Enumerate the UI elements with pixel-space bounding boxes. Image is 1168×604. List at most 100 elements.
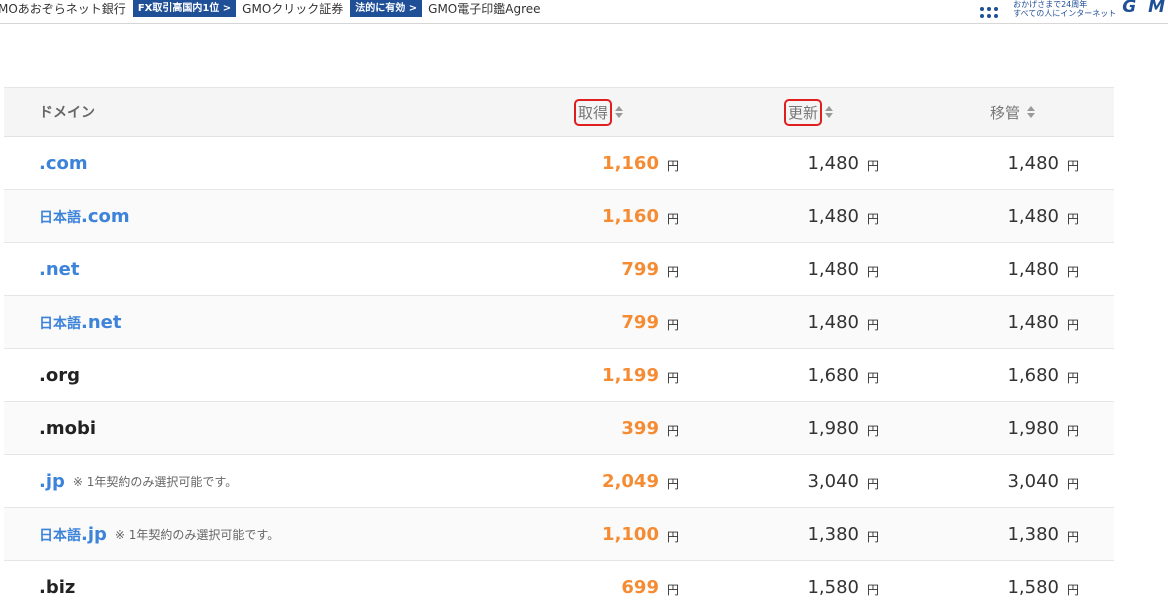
transfer-price-cell: 1,680 円 — [1007, 349, 1079, 401]
acquire-price-cell: 799 円 — [621, 296, 679, 348]
currency-unit: 円 — [1066, 370, 1079, 385]
sort-acquire-label[interactable]: 取得 — [574, 98, 613, 126]
domain-link[interactable]: 日本語.net — [39, 312, 121, 333]
transfer-price: 1,380 — [1007, 523, 1059, 545]
sort-renew-label[interactable]: 更新 — [784, 98, 823, 126]
currency-unit: 円 — [666, 158, 679, 173]
currency-unit: 円 — [666, 582, 679, 597]
transfer-price: 1,480 — [1007, 258, 1059, 280]
acquire-price-cell: 399 円 — [621, 402, 679, 454]
sort-icon[interactable] — [1027, 106, 1036, 118]
currency-unit: 円 — [1066, 529, 1079, 544]
acquire-price-cell: 799 円 — [621, 243, 679, 295]
transfer-price-cell: 1,480 円 — [1007, 137, 1079, 189]
currency-unit: 円 — [866, 582, 879, 597]
acquire-price-cell: 699 円 — [621, 561, 679, 604]
currency-unit: 円 — [666, 317, 679, 332]
acquire-price: 1,160 — [602, 152, 659, 174]
table-body: .com 1,160 円 1,480 円 1,480 円 日本語.com 1,160 円… — [4, 137, 1114, 604]
sort-icon[interactable] — [825, 106, 834, 118]
renew-price: 1,580 — [807, 576, 859, 598]
acquire-price: 799 — [621, 311, 659, 333]
domain-tld: .mobi — [39, 417, 97, 439]
currency-unit: 円 — [866, 476, 879, 491]
header-renew[interactable]: 更新 — [784, 88, 834, 136]
aozora-bank-link[interactable]: MOあおぞらネット銀行 — [0, 0, 126, 17]
transfer-price-cell: 1,480 円 — [1007, 296, 1079, 348]
agree-badge[interactable]: 法的に有効 > — [350, 0, 423, 17]
transfer-price-cell: 3,040 円 — [1007, 455, 1079, 507]
table-row: .net 799 円 1,480 円 1,480 円 — [4, 243, 1114, 296]
domain-cell: .com — [39, 137, 88, 189]
acquire-price-cell: 1,199 円 — [602, 349, 679, 401]
domain-link[interactable]: .jp — [39, 471, 65, 492]
domain-tld: .net — [81, 311, 122, 333]
currency-unit: 円 — [666, 529, 679, 544]
table-row: .com 1,160 円 1,480 円 1,480 円 — [4, 137, 1114, 190]
renew-price: 1,480 — [807, 311, 859, 333]
transfer-price: 1,980 — [1007, 417, 1059, 439]
domain-note: ※ 1年契約のみ選択可能です。 — [114, 527, 280, 542]
transfer-price-cell: 1,380 円 — [1007, 508, 1079, 560]
click-securities-link[interactable]: GMOクリック証券 — [242, 0, 343, 17]
acquire-price: 1,100 — [602, 523, 659, 545]
renew-price-cell: 1,480 円 — [807, 243, 879, 295]
domain-price-table: ドメイン 取得 更新 移管 .com 1,160 円 1,480 円 1,480 円 — [4, 87, 1114, 604]
domain-link[interactable]: .org — [39, 365, 80, 386]
fx-badge[interactable]: FX取引高国内1位 > — [132, 0, 237, 17]
renew-price: 1,980 — [807, 417, 859, 439]
acquire-price: 2,049 — [602, 470, 659, 492]
domain-link[interactable]: .net — [39, 259, 79, 280]
domain-link[interactable]: .com — [39, 153, 88, 174]
currency-unit: 円 — [866, 370, 879, 385]
renew-price: 1,680 — [807, 364, 859, 386]
table-header: ドメイン 取得 更新 移管 — [4, 87, 1114, 137]
table-row: .jp ※ 1年契約のみ選択可能です。 2,049 円 3,040 円 3,040 円 — [4, 455, 1114, 508]
domain-prefix: 日本語 — [39, 527, 81, 544]
table-row: 日本語.jp ※ 1年契約のみ選択可能です。 1,100 円 1,380 円 1,3… — [4, 508, 1114, 561]
domain-tld: .org — [39, 364, 80, 386]
currency-unit: 円 — [866, 529, 879, 544]
sort-icon[interactable] — [615, 106, 624, 118]
table-row: .mobi 399 円 1,980 円 1,980 円 — [4, 402, 1114, 455]
domain-prefix: 日本語 — [39, 315, 81, 332]
gmo-logo[interactable]: G M — [1122, 0, 1168, 16]
renew-price-cell: 1,980 円 — [807, 402, 879, 454]
domain-cell: 日本語.net — [39, 296, 121, 348]
domain-tld: .com — [39, 152, 88, 174]
transfer-price-cell: 1,480 円 — [1007, 190, 1079, 242]
renew-price-cell: 1,480 円 — [807, 190, 879, 242]
currency-unit: 円 — [866, 158, 879, 173]
currency-unit: 円 — [866, 211, 879, 226]
transfer-price: 1,480 — [1007, 311, 1059, 333]
currency-unit: 円 — [1066, 211, 1079, 226]
acquire-price: 1,160 — [602, 205, 659, 227]
agree-link[interactable]: GMO電子印鑑Agree — [428, 0, 540, 17]
domain-cell: 日本語.jp ※ 1年契約のみ選択可能です。 — [39, 508, 279, 560]
transfer-price: 1,480 — [1007, 152, 1059, 174]
top-bar: MOあおぞらネット銀行 FX取引高国内1位 > GMOクリック証券 法的に有効 … — [0, 0, 1168, 24]
domain-tld: .biz — [39, 576, 76, 598]
transfer-price: 3,040 — [1007, 470, 1059, 492]
currency-unit: 円 — [1066, 476, 1079, 491]
table-row: .biz 699 円 1,580 円 1,580 円 — [4, 561, 1114, 604]
grid-menu-icon[interactable] — [980, 0, 1000, 18]
renew-price-cell: 3,040 円 — [807, 455, 879, 507]
currency-unit: 円 — [866, 317, 879, 332]
domain-link[interactable]: 日本語.com — [39, 206, 130, 227]
domain-link[interactable]: .biz — [39, 577, 75, 598]
renew-price: 3,040 — [807, 470, 859, 492]
table-row: 日本語.net 799 円 1,480 円 1,480 円 — [4, 296, 1114, 349]
acquire-price: 699 — [621, 576, 659, 598]
transfer-price-cell: 1,580 円 — [1007, 561, 1079, 604]
domain-link[interactable]: 日本語.jp — [39, 524, 107, 545]
header-acquire[interactable]: 取得 — [574, 88, 624, 136]
sort-transfer-label[interactable]: 移管 — [986, 99, 1024, 126]
acquire-price: 799 — [621, 258, 659, 280]
domain-link[interactable]: .mobi — [39, 418, 96, 439]
header-transfer[interactable]: 移管 — [986, 88, 1036, 136]
transfer-price-cell: 1,980 円 — [1007, 402, 1079, 454]
domain-prefix: 日本語 — [39, 209, 81, 226]
slogan-line-2: すべての人にインターネット — [1013, 9, 1117, 18]
topbar-right: おかげさまで24周年 すべての人にインターネット G M — [980, 0, 1168, 20]
